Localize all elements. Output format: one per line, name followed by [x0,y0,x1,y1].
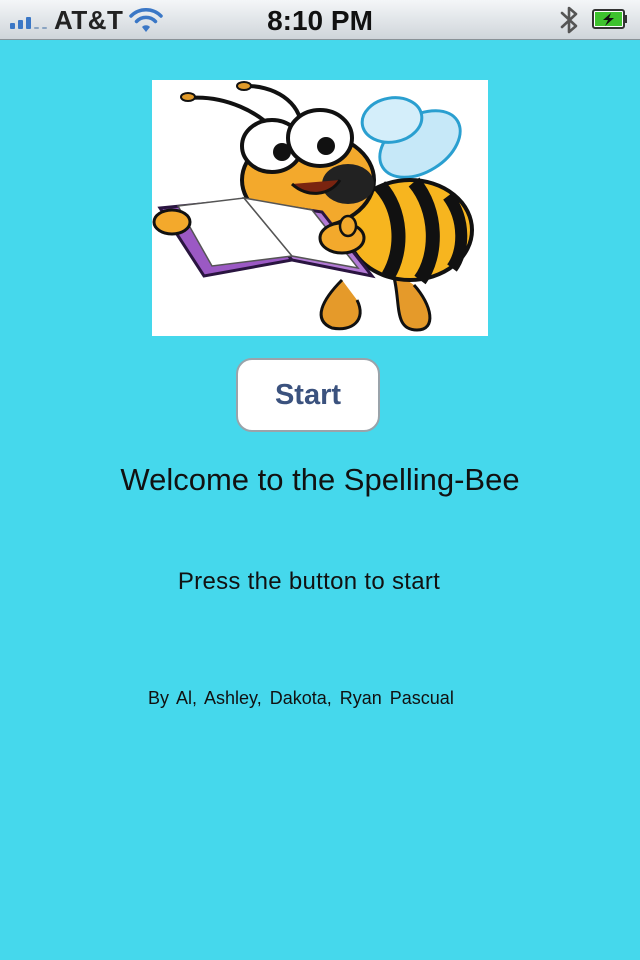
bee-reading-book-image [152,80,488,336]
welcome-heading: Welcome to the Spelling-Bee [120,462,520,497]
bluetooth-icon [560,6,578,34]
credits-text: By Al, Ashley, Dakota, Ryan Pascual [148,688,454,708]
battery-icon [592,9,627,29]
status-time: 8:10 PM [267,5,373,36]
status-bar: AT&T 8:10 PM [0,0,640,40]
instruction-text: Press the button to start [177,568,441,595]
start-button-label: Start [274,378,342,411]
start-button[interactable]: Start [236,358,380,432]
